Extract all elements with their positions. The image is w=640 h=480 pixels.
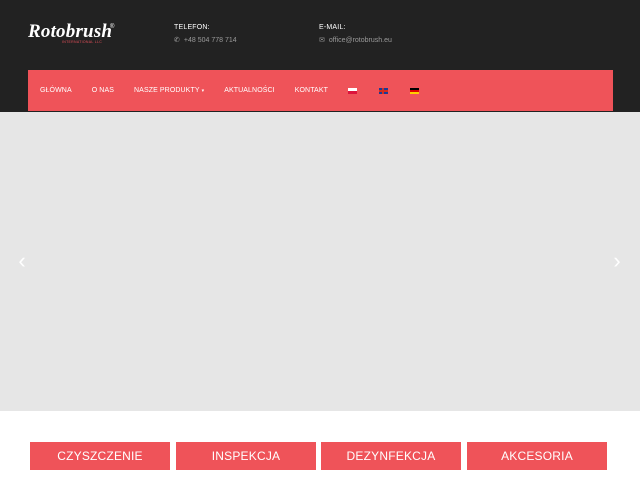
nav-item-nasze-produkty-label: NASZE PRODUKTY <box>134 87 200 94</box>
phone-number: +48 504 778 714 <box>183 36 237 44</box>
email-value-row[interactable]: ✉ office@rotobrush.eu <box>319 36 392 45</box>
category-czyszczenie-button[interactable]: CZYSZCZENIE <box>30 442 170 470</box>
nav-item-kontakt[interactable]: KONTAKT <box>295 87 328 94</box>
category-dezynfekcja-button[interactable]: DEZYNFEKCJA <box>321 442 461 470</box>
nav-item-glowna[interactable]: GŁÓWNA <box>40 87 72 94</box>
category-inspekcja-button[interactable]: INSPEKCJA <box>176 442 316 470</box>
uk-flag-icon[interactable] <box>378 87 388 94</box>
phone-value-row[interactable]: ✆ +48 504 778 714 <box>174 36 237 45</box>
category-akcesoria-button[interactable]: AKCESORIA <box>467 442 607 470</box>
envelope-icon: ✉ <box>319 37 325 44</box>
logo-text: Rotobrush <box>28 21 113 42</box>
contact-email: E-MAIL: ✉ office@rotobrush.eu <box>319 24 392 44</box>
phone-icon: ✆ <box>174 37 180 44</box>
registered-mark: ® <box>110 24 115 30</box>
slider-next-icon[interactable]: › <box>610 250 624 274</box>
logo-tagline: INTERNATIONAL LLC <box>62 40 103 44</box>
slider-prev-icon[interactable]: ‹ <box>15 250 29 274</box>
nav-item-aktualnosci[interactable]: AKTUALNOŚCI <box>224 87 275 94</box>
category-buttons: CZYSZCZENIE INSPEKCJA DEZYNFEKCJA AKCESO… <box>30 442 607 470</box>
phone-label: TELEFON: <box>174 24 210 31</box>
nav-item-o-nas[interactable]: O NAS <box>92 87 114 94</box>
main-nav: GŁÓWNA O NAS NASZE PRODUKTY ▾ AKTUALNOŚCI… <box>28 70 613 111</box>
contact-phone: TELEFON: ✆ +48 504 778 714 <box>174 24 237 44</box>
email-address: office@rotobrush.eu <box>328 36 392 44</box>
de-flag-icon[interactable] <box>409 87 419 94</box>
pl-flag-icon[interactable] <box>347 87 357 94</box>
header: Rotobrush ® INTERNATIONAL LLC TELEFON: ✆… <box>0 0 640 112</box>
nav-item-nasze-produkty[interactable]: NASZE PRODUKTY ▾ <box>134 87 204 94</box>
hero-slider: ‹ › <box>0 112 640 411</box>
email-label: E-MAIL: <box>319 24 346 31</box>
logo[interactable]: Rotobrush ® INTERNATIONAL LLC <box>28 21 115 45</box>
caret-down-icon: ▾ <box>201 88 205 94</box>
